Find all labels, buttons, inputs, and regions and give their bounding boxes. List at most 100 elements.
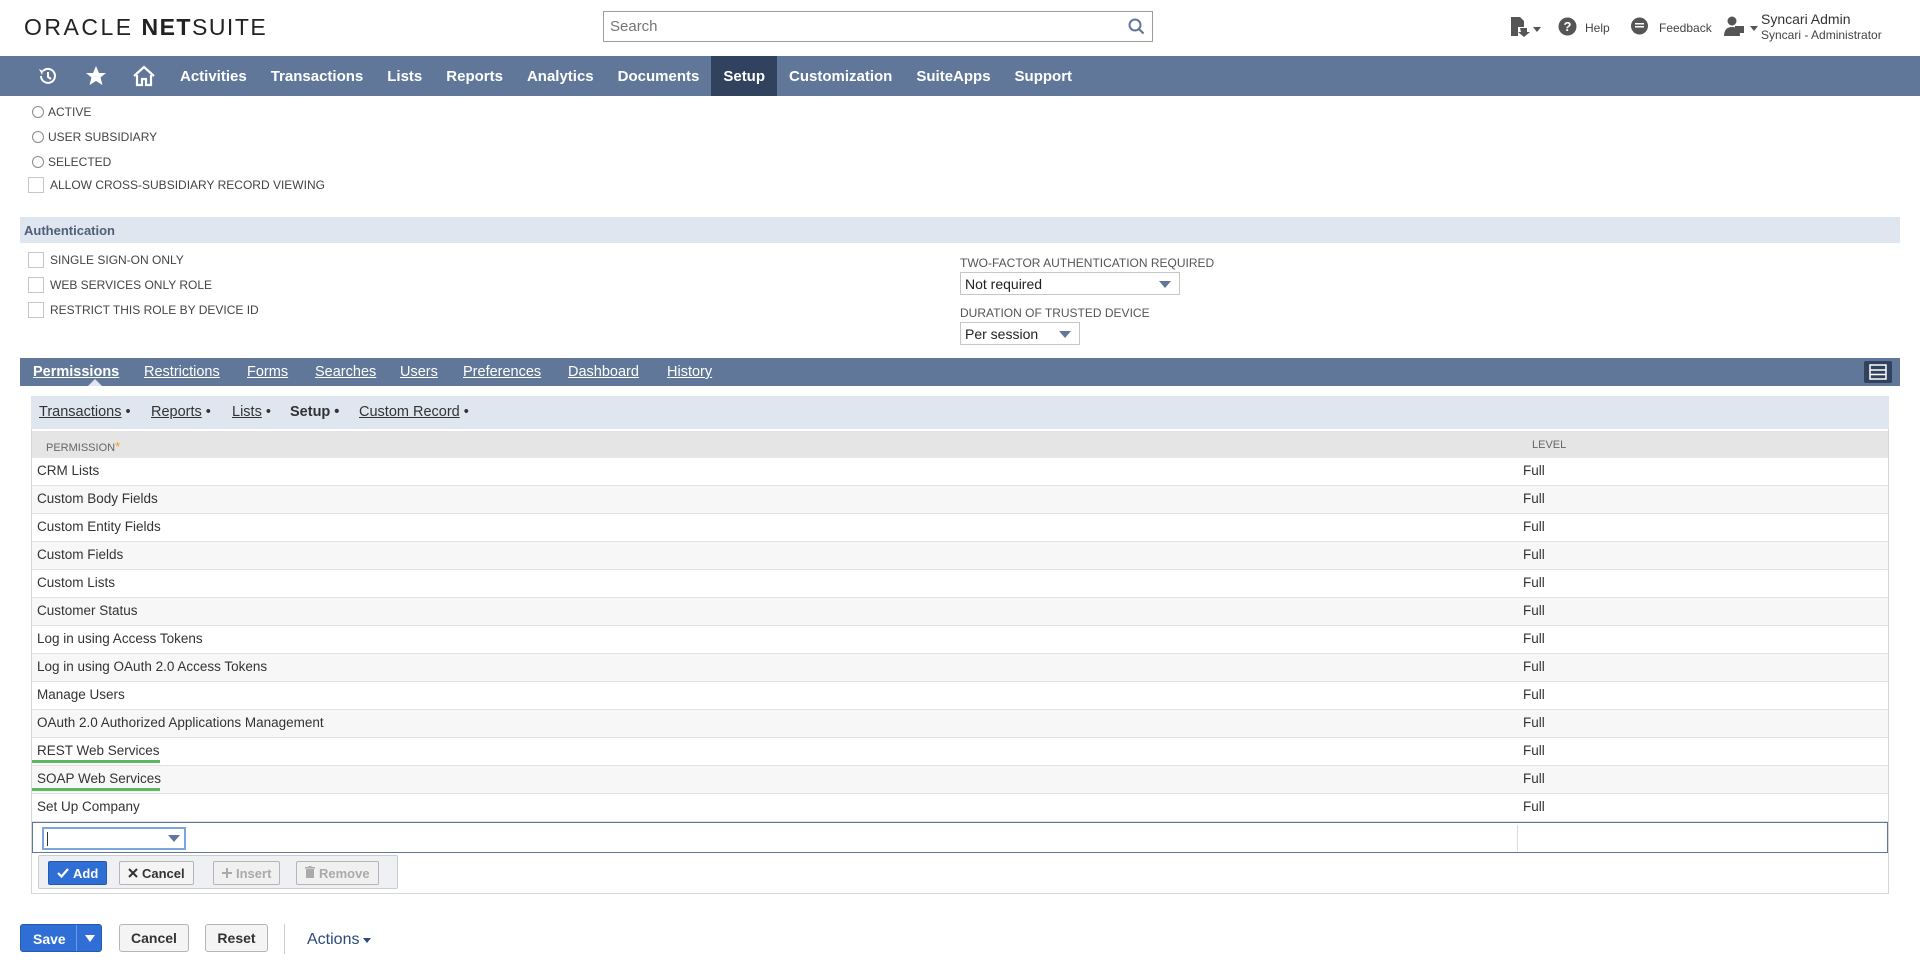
table-row[interactable]: OAuth 2.0 Authorized Applications Manage… xyxy=(32,710,1888,738)
permission-dropdown[interactable] xyxy=(42,827,186,850)
chevron-down-icon xyxy=(1059,331,1071,338)
table-row[interactable]: Custom Body Fields Full xyxy=(32,486,1888,514)
cross-subsidiary-checkbox[interactable]: ALLOW CROSS-SUBSIDIARY RECORD VIEWING xyxy=(28,177,325,193)
column-header-level[interactable]: LEVEL xyxy=(1532,439,1566,451)
web-services-only-checkbox[interactable]: WEB SERVICES ONLY ROLE xyxy=(28,277,212,293)
subtab-transactions[interactable]: Transactions • xyxy=(39,404,131,420)
restrict-device-checkbox[interactable]: RESTRICT THIS ROLE BY DEVICE ID xyxy=(28,302,259,318)
sso-only-checkbox[interactable]: SINGLE SIGN-ON ONLY xyxy=(28,252,184,268)
actions-menu[interactable]: Actions xyxy=(307,931,372,949)
help-label: Help xyxy=(1585,21,1610,35)
global-header: ORACLE NETSUITE ? Help Feedback Syncari … xyxy=(0,0,1920,56)
radio-user-subsidiary[interactable]: USER SUBSIDIARY xyxy=(32,130,157,144)
duration-select[interactable]: Per session xyxy=(960,322,1080,345)
insert-button[interactable]: Insert xyxy=(213,861,281,885)
subtab-setup[interactable]: Setup • xyxy=(290,404,339,420)
nav-transactions[interactable]: Transactions xyxy=(259,56,376,96)
checkbox[interactable] xyxy=(28,302,44,318)
feedback-link[interactable]: Feedback xyxy=(1630,17,1712,39)
active-tab-indicator xyxy=(88,379,102,386)
tab-permissions[interactable]: Permissions xyxy=(33,364,119,380)
authentication-section-header[interactable]: Authentication xyxy=(20,217,1900,243)
global-search xyxy=(603,11,1153,42)
table-row[interactable]: Log in using OAuth 2.0 Access Tokens Full xyxy=(32,654,1888,682)
nav-suiteapps[interactable]: SuiteApps xyxy=(904,56,1002,96)
radio-button[interactable] xyxy=(32,156,44,168)
feedback-label: Feedback xyxy=(1659,21,1712,35)
table-row[interactable]: Log in using Access Tokens Full xyxy=(32,626,1888,654)
permission-subtabs: Transactions • Reports • Lists • Setup •… xyxy=(31,396,1889,429)
oracle-netsuite-logo[interactable]: ORACLE NETSUITE xyxy=(24,14,267,41)
table-row[interactable]: Custom Lists Full xyxy=(32,570,1888,598)
recent-records-menu[interactable] xyxy=(1508,16,1541,41)
nav-setup[interactable]: Setup xyxy=(711,56,778,96)
remove-button[interactable]: Remove xyxy=(296,861,379,885)
subtab-custom-record[interactable]: Custom Record • xyxy=(359,404,469,420)
radio-button[interactable] xyxy=(32,131,44,143)
recent-history-icon[interactable] xyxy=(24,56,72,96)
search-icon[interactable] xyxy=(1128,18,1145,38)
save-button[interactable]: Save xyxy=(20,924,102,952)
cancel-line-button[interactable]: Cancel xyxy=(119,861,194,885)
required-marker: * xyxy=(115,439,121,454)
subtab-reports[interactable]: Reports • xyxy=(151,404,211,420)
main-navigation: Activities Transactions Lists Reports An… xyxy=(0,56,1920,96)
new-permission-row xyxy=(32,822,1888,853)
add-button[interactable]: Add xyxy=(48,861,108,885)
tab-preferences[interactable]: Preferences xyxy=(463,364,541,380)
nav-customization[interactable]: Customization xyxy=(777,56,904,96)
nav-analytics[interactable]: Analytics xyxy=(515,56,606,96)
column-header-permission[interactable]: PERMISSION* xyxy=(46,439,120,454)
chevron-down-icon[interactable] xyxy=(85,935,95,942)
plus-icon xyxy=(222,866,232,881)
radio-selected[interactable]: SELECTED xyxy=(32,155,111,169)
trash-icon xyxy=(305,865,315,881)
help-icon: ? xyxy=(1558,17,1577,39)
checkbox[interactable] xyxy=(28,177,44,193)
checkbox[interactable] xyxy=(28,252,44,268)
split-divider xyxy=(76,925,77,951)
nav-lists[interactable]: Lists xyxy=(375,56,434,96)
table-row[interactable]: CRM Lists Full xyxy=(32,458,1888,486)
radio-active[interactable]: ACTIVE xyxy=(32,105,91,119)
chevron-down-icon xyxy=(1159,281,1171,288)
footer-divider xyxy=(284,924,285,954)
table-row[interactable]: Custom Fields Full xyxy=(32,542,1888,570)
search-input[interactable] xyxy=(604,12,1104,41)
two-factor-select[interactable]: Not required xyxy=(960,272,1180,295)
text-cursor xyxy=(47,832,48,846)
nav-support[interactable]: Support xyxy=(1003,56,1085,96)
reset-button[interactable]: Reset xyxy=(205,924,268,952)
radio-button[interactable] xyxy=(32,106,44,118)
roles-icon xyxy=(1723,15,1749,40)
nav-documents[interactable]: Documents xyxy=(606,56,712,96)
subtab-lists[interactable]: Lists • xyxy=(232,404,271,420)
tab-history[interactable]: History xyxy=(667,364,712,380)
permissions-table-header: PERMISSION* LEVEL xyxy=(32,431,1888,458)
checkmark-icon xyxy=(57,866,69,881)
user-menu[interactable] xyxy=(1723,15,1758,40)
tab-dashboard[interactable]: Dashboard xyxy=(568,364,639,380)
table-row[interactable]: SOAP Web Services Full xyxy=(32,766,1888,794)
help-link[interactable]: ? Help xyxy=(1558,17,1610,39)
collapse-tabs-icon[interactable] xyxy=(1864,361,1892,383)
caret-down-icon xyxy=(363,931,372,949)
tab-forms[interactable]: Forms xyxy=(247,364,288,380)
table-row[interactable]: Custom Entity Fields Full xyxy=(32,514,1888,542)
tab-restrictions[interactable]: Restrictions xyxy=(144,364,220,380)
star-icon[interactable] xyxy=(72,56,120,96)
tab-users[interactable]: Users xyxy=(400,364,438,380)
table-row[interactable]: Customer Status Full xyxy=(32,598,1888,626)
nav-reports[interactable]: Reports xyxy=(434,56,515,96)
chat-bubble-icon xyxy=(1630,17,1649,39)
nav-activities[interactable]: Activities xyxy=(168,56,259,96)
checkbox[interactable] xyxy=(28,277,44,293)
home-icon[interactable] xyxy=(120,56,168,96)
table-row[interactable]: Set Up Company Full xyxy=(32,794,1888,822)
table-row[interactable]: Manage Users Full xyxy=(32,682,1888,710)
cancel-button[interactable]: Cancel xyxy=(119,924,189,952)
tab-searches[interactable]: Searches xyxy=(315,364,376,380)
table-row[interactable]: REST Web Services Full xyxy=(32,738,1888,766)
chevron-down-icon xyxy=(168,835,180,842)
user-info[interactable]: Syncari Admin Syncari - Administrator xyxy=(1761,11,1882,43)
